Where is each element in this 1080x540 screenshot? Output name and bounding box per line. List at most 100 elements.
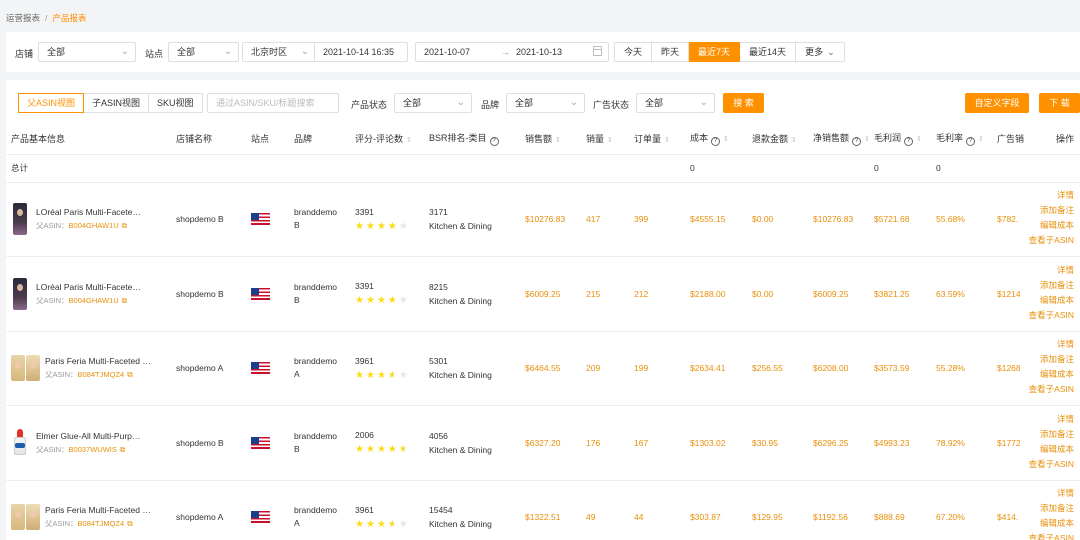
quick-date-0[interactable]: 今天: [614, 42, 653, 62]
action-link-1[interactable]: 添加备注: [1020, 352, 1074, 367]
product-thumbnail[interactable]: [11, 277, 29, 310]
asin-link[interactable]: B084TJMQZ4: [78, 370, 125, 379]
action-link-3[interactable]: 查看子ASIN: [1020, 382, 1074, 397]
sort-icon[interactable]: ⇕: [406, 137, 412, 144]
us-flag-icon: [251, 436, 270, 449]
asin-link[interactable]: B004GHAW1U: [69, 221, 119, 230]
action-link-1[interactable]: 添加备注: [1020, 278, 1074, 293]
ad-status-select[interactable]: 全部 ⌄: [636, 93, 715, 113]
col-header-15: 操作: [1040, 124, 1080, 155]
date-range-picker[interactable]: 2021-10-07 → 2021-10-13: [415, 42, 609, 62]
action-link-2[interactable]: 编辑成本: [1020, 218, 1074, 233]
col-header-12[interactable]: 毛利润? ⇕: [869, 124, 931, 155]
view-child-asin[interactable]: 子ASIN视图: [84, 93, 150, 113]
copy-icon[interactable]: ⧉: [120, 445, 125, 454]
action-link-1[interactable]: 添加备注: [1020, 501, 1074, 516]
quick-date-3[interactable]: 最近14天: [740, 42, 797, 62]
product-title[interactable]: LOréal Paris Multi-Faceted Shimmering Co…: [36, 282, 144, 292]
col-header-7[interactable]: 销量 ⇕: [581, 124, 629, 155]
sort-icon[interactable]: ⇕: [916, 136, 922, 143]
action-link-1[interactable]: 添加备注: [1020, 427, 1074, 442]
col-header-4[interactable]: 评分-评论数 ⇕: [350, 124, 424, 155]
search-button[interactable]: 搜 索: [723, 93, 764, 113]
view-sku[interactable]: SKU视图: [149, 93, 203, 113]
action-link-2[interactable]: 编辑成本: [1020, 293, 1074, 308]
product-title[interactable]: Paris Feria Multi-Faceted Shimmering Col…: [45, 505, 153, 515]
quick-date-2[interactable]: 最近7天: [689, 42, 741, 62]
action-link-1[interactable]: 添加备注: [1020, 203, 1074, 218]
star-icon: ★: [365, 444, 377, 456]
product-thumbnail[interactable]: [11, 203, 29, 236]
action-link-3[interactable]: 查看子ASIN: [1020, 457, 1074, 472]
sort-icon[interactable]: ⇕: [664, 137, 670, 144]
product-title[interactable]: Paris Feria Multi-Faceted Shimmering Col…: [45, 356, 153, 366]
copy-icon[interactable]: ⧉: [122, 296, 127, 305]
brand-name: branddemo B: [294, 207, 338, 231]
status-select[interactable]: 全部 ⌄: [394, 93, 472, 113]
sort-icon[interactable]: ⇕: [791, 137, 797, 144]
product-thumbnail[interactable]: [11, 355, 41, 382]
store-select[interactable]: 全部 ⌄: [38, 42, 136, 62]
gross-margin-cell: 55.28%: [931, 331, 992, 406]
product-title[interactable]: LOréal Paris Multi-Faceted Shimmering Co…: [36, 207, 144, 217]
view-parent-asin[interactable]: 父ASIN视图: [18, 93, 85, 113]
asin-link[interactable]: B084TJMQZ4: [78, 519, 125, 528]
copy-icon[interactable]: ⧉: [127, 370, 132, 379]
asin-link[interactable]: B0037WUWIS: [69, 445, 117, 454]
action-link-0[interactable]: 详情: [1020, 263, 1074, 278]
action-link-2[interactable]: 编辑成本: [1020, 442, 1074, 457]
help-icon[interactable]: ?: [904, 137, 914, 147]
action-link-3[interactable]: 查看子ASIN: [1020, 233, 1074, 248]
col-header-8[interactable]: 订单量 ⇕: [629, 124, 685, 155]
breadcrumb-parent[interactable]: 运营报表: [6, 13, 40, 23]
copy-icon[interactable]: ⧉: [122, 221, 127, 230]
review-count: 3961: [355, 355, 374, 366]
asin-link[interactable]: B004GHAW1U: [69, 296, 119, 305]
datetime-field[interactable]: 2021-10-14 16:35: [314, 42, 408, 62]
col-header-6[interactable]: 销售额 ⇕: [520, 124, 581, 155]
col-header-13[interactable]: 毛利率? ⇕: [931, 124, 992, 155]
bsr-cell: 5301 Kitchen & Dining: [424, 331, 520, 406]
product-title[interactable]: Elmer Glue-All Multi-Purpose Liquid Glue: [36, 431, 144, 441]
action-link-0[interactable]: 详情: [1020, 337, 1074, 352]
action-link-0[interactable]: 详情: [1020, 486, 1074, 501]
action-link-2[interactable]: 编辑成本: [1020, 516, 1074, 531]
action-link-3[interactable]: 查看子ASIN: [1020, 531, 1074, 540]
help-icon[interactable]: ?: [852, 137, 862, 147]
sort-icon[interactable]: ⇕: [978, 136, 984, 143]
timezone-select[interactable]: 北京时区 ⌄: [242, 42, 316, 62]
sort-icon[interactable]: ⇕: [607, 137, 613, 144]
asin-label: 父ASIN：: [36, 444, 69, 454]
col-header-10[interactable]: 退款金额 ⇕: [747, 124, 808, 155]
search-input[interactable]: [207, 93, 339, 113]
help-icon[interactable]: ?: [966, 137, 976, 147]
quick-date-4[interactable]: 更多 ⌄: [796, 42, 845, 62]
col-header-9[interactable]: 成本? ⇕: [685, 124, 747, 155]
product-thumbnail[interactable]: [11, 427, 29, 459]
download-button[interactable]: 下 载: [1039, 93, 1080, 113]
product-thumbnail[interactable]: [11, 504, 41, 531]
orders-cell: 399: [629, 182, 685, 257]
quick-date-1[interactable]: 昨天: [652, 42, 690, 62]
site-select[interactable]: 全部 ⌄: [168, 42, 239, 62]
star-empty-icon: ★: [398, 295, 410, 307]
sort-icon[interactable]: ⇕: [864, 136, 869, 143]
star-icon: ★: [376, 220, 388, 232]
action-link-2[interactable]: 编辑成本: [1020, 367, 1074, 382]
action-link-0[interactable]: 详情: [1020, 188, 1074, 203]
help-icon[interactable]: ?: [711, 137, 721, 147]
custom-fields-button[interactable]: 自定义字段: [965, 93, 1029, 113]
action-link-0[interactable]: 详情: [1020, 412, 1074, 427]
store-name: shopdemo B: [171, 182, 246, 257]
action-link-3[interactable]: 查看子ASIN: [1020, 308, 1074, 323]
star-rating: ★★★★★: [355, 295, 424, 306]
copy-icon[interactable]: ⧉: [127, 519, 132, 528]
bsr-rank: 8215: [429, 281, 448, 292]
sort-icon[interactable]: ⇕: [723, 136, 729, 143]
help-icon[interactable]: ?: [489, 137, 499, 147]
brand-select[interactable]: 全部 ⌄: [506, 93, 585, 113]
half-star-icon: ★: [398, 444, 410, 456]
col-header-11[interactable]: 净销售额? ⇕: [808, 124, 869, 155]
col-header-1: 店铺名称: [171, 124, 246, 155]
sort-icon[interactable]: ⇕: [555, 137, 561, 144]
